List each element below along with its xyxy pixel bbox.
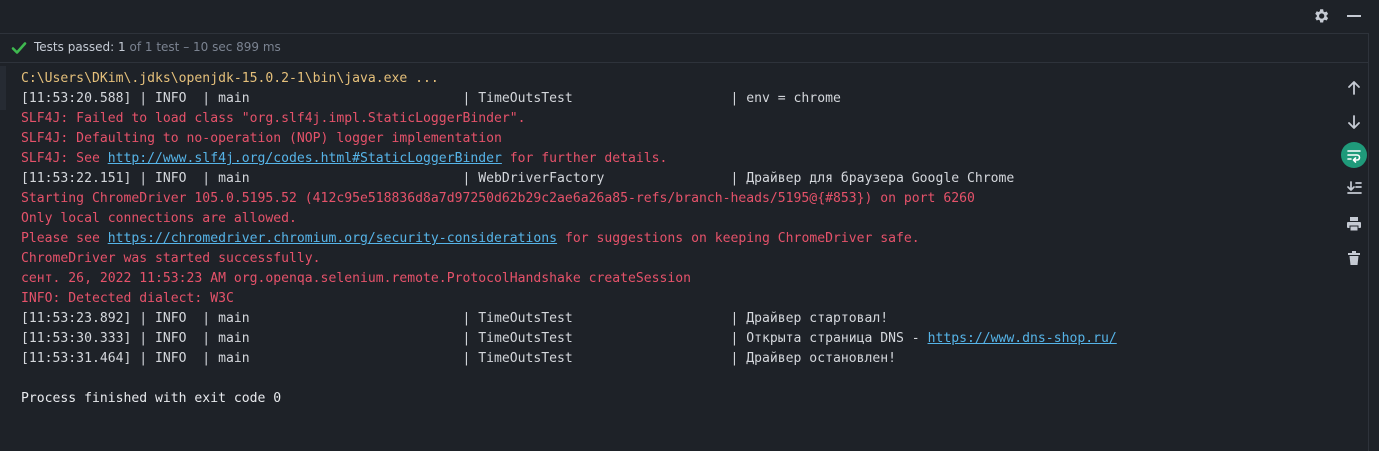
tool-window-header [0, 0, 1379, 33]
console-line: Please see https://chromedriver.chromium… [21, 229, 1321, 249]
left-gutter [0, 66, 6, 110]
console-text: Please see [21, 231, 108, 246]
console-text: [11:53:20.588] | INFO | main | TimeOutsT… [21, 91, 841, 106]
console-link[interactable]: https://www.dns-shop.ru/ [928, 331, 1117, 346]
console-line: сент. 26, 2022 11:53:23 AM org.openqa.se… [21, 269, 1321, 289]
console-line: Process finished with exit code 0 [21, 389, 1321, 409]
console-line: Only local connections are allowed. [21, 209, 1321, 229]
status-label: Tests passed: [34, 40, 115, 54]
status-count: 1 [118, 40, 126, 54]
print-icon[interactable] [1342, 212, 1366, 236]
minus-icon[interactable] [1343, 5, 1365, 27]
console-line: SLF4J: See http://www.slf4j.org/codes.ht… [21, 149, 1321, 169]
run-tool-window: Tests passed: 1 of 1 test – 10 sec 899 m… [0, 0, 1379, 451]
console-line: SLF4J: Defaulting to no-operation (NOP) … [21, 129, 1321, 149]
console-text: C:\Users\DKim\.jdks\openjdk-15.0.2-1\bin… [21, 71, 439, 86]
console-text: INFO: Detected dialect: W3C [21, 291, 234, 306]
console-line: [11:53:31.464] | INFO | main | TimeOutsT… [21, 349, 1321, 369]
status-detail: of 1 test – 10 sec 899 ms [129, 40, 281, 54]
console-text: Starting ChromeDriver 105.0.5195.52 (412… [21, 191, 975, 206]
console-line: INFO: Detected dialect: W3C [21, 289, 1321, 309]
console-line: C:\Users\DKim\.jdks\openjdk-15.0.2-1\bin… [21, 69, 1321, 89]
console-link[interactable]: http://www.slf4j.org/codes.html#StaticLo… [108, 151, 502, 166]
scroll-to-end-icon[interactable] [1342, 176, 1366, 200]
console-link[interactable]: https://chromedriver.chromium.org/securi… [108, 231, 557, 246]
console-line: [11:53:20.588] | INFO | main | TimeOutsT… [21, 89, 1321, 109]
console-line: [11:53:23.892] | INFO | main | TimeOutsT… [21, 309, 1321, 329]
console-text: Process finished with exit code 0 [21, 391, 282, 406]
soft-wrap-icon[interactable] [1341, 142, 1367, 168]
console-line: ChromeDriver was started successfully. [21, 249, 1321, 269]
console-line: SLF4J: Failed to load class "org.slf4j.i… [21, 109, 1321, 129]
console-text: сент. 26, 2022 11:53:23 AM org.openqa.se… [21, 271, 692, 286]
console-text: Only local connections are allowed. [21, 211, 297, 226]
test-status-bar: Tests passed: 1 of 1 test – 10 sec 899 m… [0, 33, 1368, 63]
console-text: ChromeDriver was started successfully. [21, 251, 321, 266]
console-text: [11:53:30.333] | INFO | main | TimeOutsT… [21, 331, 928, 346]
console-text: for further details. [501, 151, 668, 166]
console-text: SLF4J: Defaulting to no-operation (NOP) … [21, 131, 502, 146]
trash-icon[interactable] [1342, 246, 1366, 270]
check-icon [11, 40, 27, 56]
console-text: SLF4J: See [21, 151, 108, 166]
toolbar-divider [1368, 33, 1369, 451]
up-arrow-icon[interactable] [1342, 76, 1366, 100]
console-line: Starting ChromeDriver 105.0.5195.52 (412… [21, 189, 1321, 209]
console-line: [11:53:30.333] | INFO | main | TimeOutsT… [21, 329, 1321, 349]
console-text: [11:53:23.892] | INFO | main | TimeOutsT… [21, 311, 889, 326]
console-line: [11:53:22.151] | INFO | main | WebDriver… [21, 169, 1321, 189]
test-status-text: Tests passed: 1 of 1 test – 10 sec 899 m… [34, 40, 281, 54]
console-text: SLF4J: Failed to load class "org.slf4j.i… [21, 111, 526, 126]
console-output[interactable]: C:\Users\DKim\.jdks\openjdk-15.0.2-1\bin… [21, 69, 1321, 409]
down-arrow-icon[interactable] [1342, 110, 1366, 134]
gear-icon[interactable] [1310, 5, 1332, 27]
console-text: [11:53:31.464] | INFO | main | TimeOutsT… [21, 351, 897, 366]
console-text: [11:53:22.151] | INFO | main | WebDriver… [21, 171, 1015, 186]
console-text: for suggestions on keeping ChromeDriver … [557, 231, 920, 246]
